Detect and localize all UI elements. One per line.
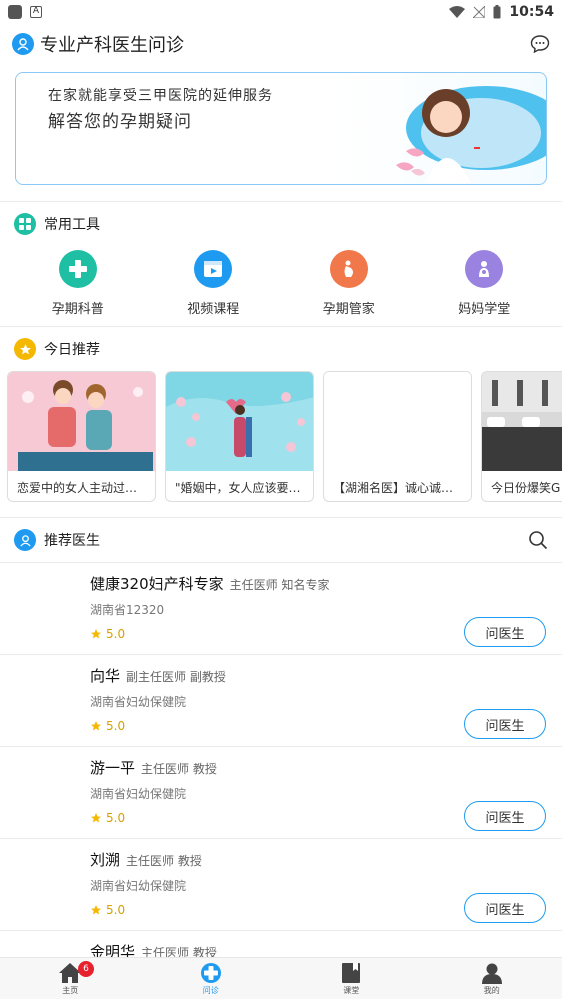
card-image <box>482 372 562 471</box>
star-icon <box>91 905 101 915</box>
banner-line-1: 在家就能享受三甲医院的延伸服务 <box>48 88 273 104</box>
doctor-name: 健康320妇产科专家 <box>90 575 224 593</box>
search-icon[interactable] <box>528 530 548 550</box>
rating-value: 5.0 <box>106 719 126 733</box>
accessibility-icon: A <box>30 6 42 18</box>
doctors-section-header: 推荐医生 <box>0 518 562 562</box>
tool-pregnancy-science[interactable]: 孕期科普 <box>28 246 128 326</box>
book-icon <box>342 962 361 983</box>
rating-value: 5.0 <box>106 811 126 825</box>
card-image <box>8 372 155 471</box>
tab-classroom[interactable]: 课堂 <box>281 958 422 999</box>
doctor-rating: 5.0 <box>90 903 125 917</box>
rating-value: 5.0 <box>106 903 126 917</box>
tab-home[interactable]: 主页 6 <box>0 958 141 999</box>
recommendation-card[interactable]: 今日份爆笑G <box>481 371 562 502</box>
tool-label: 妈妈学堂 <box>458 302 511 317</box>
doctor-hospital: 湖南省妇幼保健院 <box>90 787 187 801</box>
tools-section-header: 常用工具 <box>0 202 562 246</box>
doctor-name: 向华 <box>90 667 121 685</box>
section-title: 常用工具 <box>44 217 100 233</box>
doctor-name: 刘溯 <box>90 851 121 869</box>
tools-grid: 孕期科普 视频课程 孕期管家 妈妈学堂 <box>0 246 562 326</box>
user-icon <box>481 963 502 984</box>
tab-label: 我的 <box>483 985 500 995</box>
recommendation-card[interactable]: 恋爱中的女人主动过… <box>7 371 156 502</box>
tab-profile[interactable]: 我的 <box>422 958 562 999</box>
doctor-row[interactable]: 向华 副主任医师 副教授 湖南省妇幼保健院 5.0 问医生 <box>0 655 562 747</box>
status-bar: A 10:54 <box>0 0 562 24</box>
today-section-header: 今日推荐 <box>0 327 562 371</box>
signal-icon <box>473 6 486 18</box>
doctor-title: 主任医师 教授 <box>141 762 217 776</box>
doctor-name: 游一平 <box>90 759 136 777</box>
promo-banner[interactable]: 在家就能享受三甲医院的延伸服务 解答您的孕期疑问 <box>15 72 547 185</box>
doctor-rating: 5.0 <box>90 811 125 825</box>
medical-cross-icon <box>200 962 221 983</box>
video-icon <box>194 250 233 288</box>
doctor-logo-icon <box>12 33 34 55</box>
card-caption: 今日份爆笑G <box>491 481 561 495</box>
card-image <box>166 372 313 471</box>
tab-label: 问诊 <box>202 985 219 995</box>
section-title: 推荐医生 <box>44 533 100 549</box>
star-icon <box>91 629 101 639</box>
page-title: 专业产科医生问诊 <box>40 35 184 56</box>
doctor-row[interactable]: 游一平 主任医师 教授 湖南省妇幼保健院 5.0 问医生 <box>0 747 562 839</box>
doctor-title: 副主任医师 副教授 <box>126 670 226 684</box>
battery-icon <box>493 5 501 19</box>
card-caption: 恋爱中的女人主动过… <box>17 481 138 495</box>
tab-consult[interactable]: 问诊 <box>141 958 282 999</box>
tool-pregnancy-manager[interactable]: 孕期管家 <box>299 246 399 326</box>
doctor-rating: 5.0 <box>90 627 125 641</box>
ask-doctor-button[interactable]: 问医生 <box>464 617 546 647</box>
doctor-title: 主任医师 教授 <box>126 854 202 868</box>
tool-label: 孕期管家 <box>322 302 375 317</box>
star-icon <box>91 721 101 731</box>
grid-icon <box>14 213 36 235</box>
doctor-hospital: 湖南省12320 <box>90 603 165 617</box>
star-icon <box>91 813 101 823</box>
notification-badge: 6 <box>78 961 94 977</box>
card-caption: 【湖湘名医】诚心诚… <box>333 481 454 495</box>
ask-doctor-button[interactable]: 问医生 <box>464 709 546 739</box>
recommendation-card[interactable]: 【湖湘名医】诚心诚… <box>323 371 472 502</box>
doctor-rating: 5.0 <box>90 719 125 733</box>
star-icon <box>14 338 36 360</box>
clock: 10:54 <box>509 4 554 20</box>
doctor-icon <box>14 529 36 551</box>
pregnant-woman-icon <box>329 250 368 288</box>
doctor-row[interactable]: 健康320妇产科专家 主任医师 知名专家 湖南省12320 5.0 问医生 <box>0 563 562 655</box>
doctor-title: 主任医师 知名专家 <box>229 578 330 592</box>
tab-label: 课堂 <box>343 985 360 995</box>
wifi-icon <box>449 6 466 18</box>
app-bar: 专业产科医生问诊 <box>0 24 562 64</box>
card-image <box>324 372 471 471</box>
banner-line-2: 解答您的孕期疑问 <box>48 112 192 132</box>
medical-cross-icon <box>58 250 97 288</box>
tool-label: 孕期科普 <box>51 302 104 317</box>
ask-doctor-button[interactable]: 问医生 <box>464 893 546 923</box>
notification-icon <box>8 5 22 19</box>
doctor-row[interactable]: 刘溯 主任医师 教授 湖南省妇幼保健院 5.0 问医生 <box>0 839 562 931</box>
section-title: 今日推荐 <box>44 342 100 358</box>
ask-doctor-button[interactable]: 问医生 <box>464 801 546 831</box>
banner-illustration <box>396 86 546 183</box>
rating-value: 5.0 <box>106 627 126 641</box>
doctor-hospital: 湖南省妇幼保健院 <box>90 879 187 893</box>
doctor-hospital: 湖南省妇幼保健院 <box>90 695 187 709</box>
bottom-tab-bar: 主页 6 问诊 课堂 我的 <box>0 957 562 999</box>
message-icon[interactable] <box>530 34 550 54</box>
tab-label: 主页 <box>62 985 79 995</box>
tool-label: 视频课程 <box>187 302 240 317</box>
tool-video-course[interactable]: 视频课程 <box>163 246 263 326</box>
recommendation-card[interactable]: "婚姻中，女人应该要… <box>165 371 314 502</box>
tool-mom-school[interactable]: 妈妈学堂 <box>434 246 534 326</box>
recommendation-carousel[interactable]: 恋爱中的女人主动过… "婚姻中，女人应该要… 【湖湘名医】诚心诚… 今日份爆笑G <box>0 371 562 507</box>
mother-baby-icon <box>465 250 504 288</box>
card-caption: "婚姻中，女人应该要… <box>175 481 301 495</box>
doctor-list: 健康320妇产科专家 主任医师 知名专家 湖南省12320 5.0 问医生 向华副… <box>0 563 562 999</box>
